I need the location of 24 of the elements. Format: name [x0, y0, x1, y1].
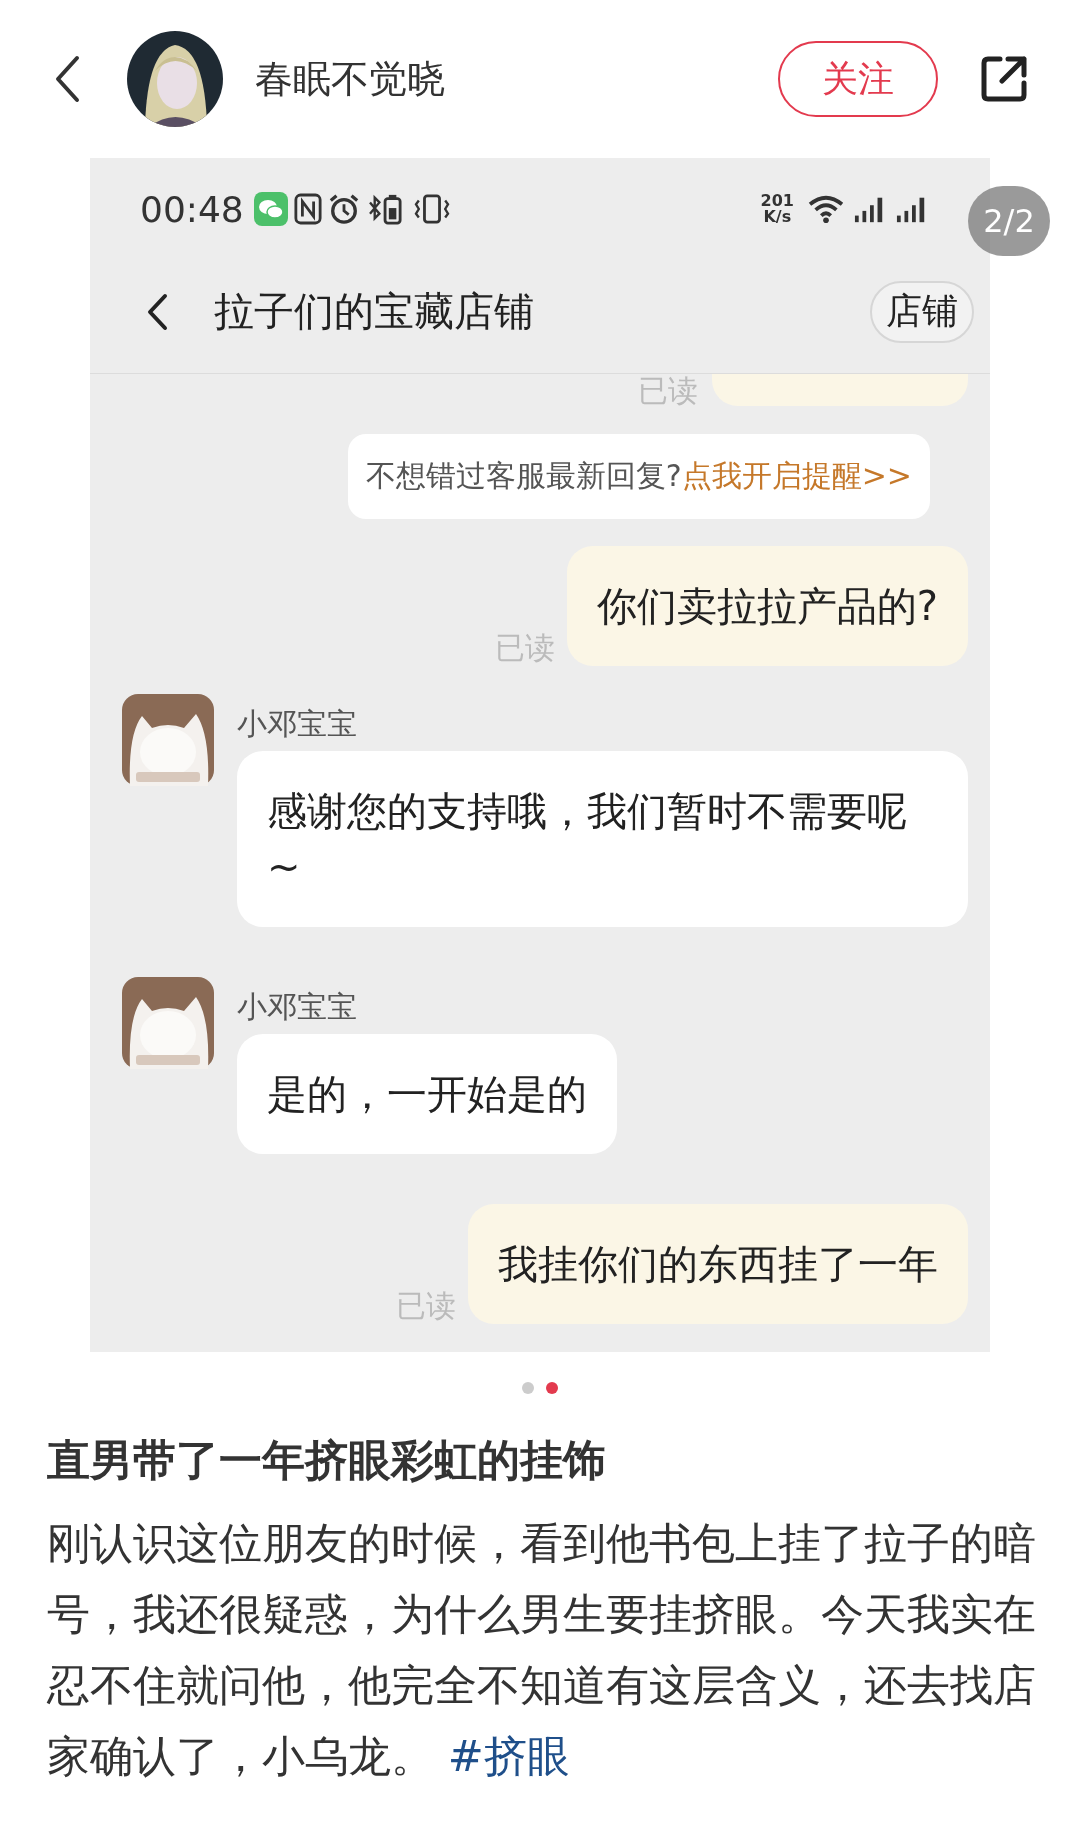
alarm-icon [327, 193, 360, 226]
nfc-icon [293, 193, 322, 226]
chat-app-icon [253, 192, 288, 227]
post-title: 直男带了一年挤眼彩虹的挂饰 [47, 1434, 607, 1487]
username[interactable]: 春眠不觉晓 [255, 53, 778, 105]
back-icon[interactable] [145, 291, 169, 332]
message-bubble: 感谢您的支持哦，我们暂时不需要呢~ [237, 751, 968, 927]
chat-title: 拉子们的宝藏店铺 [214, 287, 535, 337]
status-time: 00:48 [140, 188, 244, 230]
network-speed: 201 K/s [760, 193, 794, 226]
page-indicator: 2/2 [968, 186, 1050, 256]
wifi-icon [806, 193, 846, 226]
message-bubble: 你们卖拉拉产品的? [566, 546, 968, 666]
carousel-dot[interactable] [522, 1382, 534, 1394]
hashtag-link[interactable]: #挤眼 [447, 1731, 570, 1781]
message-bubble: 我挂你们的东西挂了一年 [468, 1204, 968, 1324]
sender-name: 小邓宝宝 [237, 705, 357, 743]
sender-name: 小邓宝宝 [237, 988, 357, 1026]
carousel-dot[interactable] [546, 1382, 558, 1394]
prompt-text: 不想错过客服最新回复? [365, 457, 682, 495]
post-body: 刚认识这位朋友的时候，看到他书包上挂了拉子的暗号，我还很疑惑，为什么男生要挂挤眼。今天我实在忍不住就问他，他完全不知道有这层含义，还去找店家确认了，小乌龙。 #挤眼 [47, 1517, 1037, 1783]
follow-button[interactable]: 关注 [778, 41, 938, 117]
shop-button[interactable]: 店铺 [870, 280, 974, 343]
message-bubble: 是的，一开始是的 [237, 1034, 617, 1154]
